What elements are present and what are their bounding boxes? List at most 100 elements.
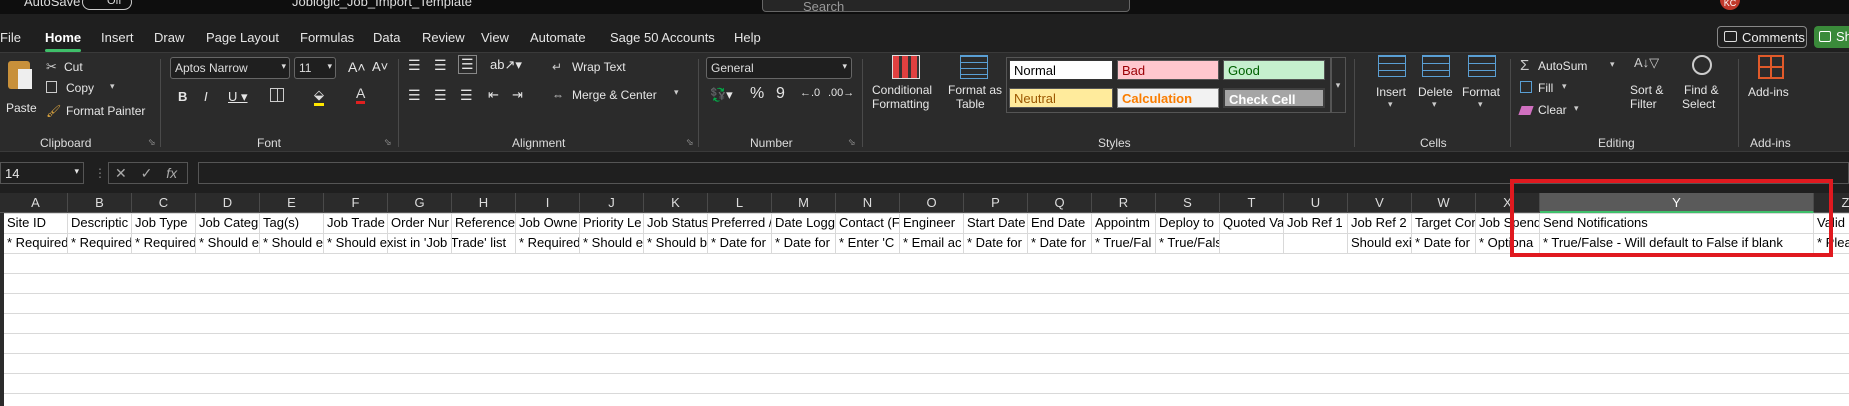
- cell-y2[interactable]: * True/False - Will default to False if …: [1540, 233, 1814, 253]
- cell-m2[interactable]: * Date for: [772, 233, 836, 253]
- tab-formulas[interactable]: Formulas: [300, 30, 354, 45]
- borders-icon[interactable]: [270, 88, 284, 102]
- cell-n1[interactable]: Contact (F: [836, 213, 900, 233]
- align-bottom-icon[interactable]: ☰: [458, 55, 477, 74]
- clear-button[interactable]: Clear ▾: [1518, 103, 1579, 118]
- align-right-icon[interactable]: ☰: [460, 87, 473, 104]
- style-good[interactable]: Good: [1223, 60, 1325, 80]
- cell-g1[interactable]: Order Nur: [388, 213, 452, 233]
- cell-s1[interactable]: Deploy to: [1156, 213, 1220, 233]
- tab-view[interactable]: View: [481, 30, 509, 45]
- number-format-dropdown[interactable]: General ▾: [706, 57, 852, 79]
- format-painter-button[interactable]: 🖌 Format Painter: [46, 103, 145, 118]
- percent-icon[interactable]: %: [750, 85, 764, 103]
- decrease-indent-icon[interactable]: ⇤: [488, 87, 499, 103]
- column-header-d[interactable]: D: [196, 193, 260, 213]
- column-header-e[interactable]: E: [260, 193, 324, 213]
- comma-style-icon[interactable]: 9: [776, 85, 785, 103]
- cell-r2[interactable]: * True/Fal: [1092, 233, 1156, 253]
- accounting-format-icon[interactable]: 💱▾: [710, 87, 733, 103]
- cell-c1[interactable]: Job Type: [132, 213, 196, 233]
- cell-u2[interactable]: [1284, 233, 1348, 253]
- column-header-i[interactable]: I: [516, 193, 580, 213]
- decrease-font-icon[interactable]: A˅: [372, 59, 388, 74]
- cell-u1[interactable]: Job Ref 1: [1284, 213, 1348, 233]
- style-neutral[interactable]: Neutral: [1009, 88, 1113, 108]
- column-header-f[interactable]: F: [324, 193, 388, 213]
- column-header-c[interactable]: C: [132, 193, 196, 213]
- cell-t1[interactable]: Quoted Va: [1220, 213, 1284, 233]
- column-header-x[interactable]: X: [1476, 193, 1540, 213]
- cell-k1[interactable]: Job Status: [644, 213, 708, 233]
- italic-icon[interactable]: I: [204, 89, 208, 104]
- merge-center-button[interactable]: ⇔ Merge & Center ▾: [552, 87, 679, 102]
- sort-filter-button[interactable]: A↓▽ Sort & Filter: [1626, 55, 1672, 115]
- column-header-t[interactable]: T: [1220, 193, 1284, 213]
- dialog-launcher-icon[interactable]: ⬂: [848, 137, 856, 148]
- styles-more-button[interactable]: ▾: [1330, 57, 1346, 113]
- cell-x2[interactable]: * Optiona: [1476, 233, 1540, 253]
- cell-p2[interactable]: * Date for: [964, 233, 1028, 253]
- cell-a1[interactable]: Site ID: [4, 213, 68, 233]
- format-as-table-button[interactable]: Format as Table: [946, 55, 1006, 111]
- delete-cells-button[interactable]: Delete ▾: [1416, 55, 1456, 115]
- cell-p1[interactable]: Start Date: [964, 213, 1028, 233]
- format-cells-button[interactable]: Format ▾: [1460, 55, 1504, 115]
- style-calculation[interactable]: Calculation: [1117, 88, 1219, 108]
- style-normal[interactable]: Normal: [1009, 60, 1113, 80]
- column-header-g[interactable]: G: [388, 193, 452, 213]
- cell-n2[interactable]: * Enter 'C: [836, 233, 900, 253]
- cell-c2[interactable]: * Required: [132, 233, 196, 253]
- cell-j2[interactable]: * Should e: [580, 233, 644, 253]
- cell-o1[interactable]: Engineer: [900, 213, 964, 233]
- cell-h2[interactable]: [452, 233, 516, 253]
- align-left-icon[interactable]: ☰: [408, 87, 421, 104]
- font-name-dropdown[interactable]: Aptos Narrow ▾: [170, 57, 290, 79]
- cell-q1[interactable]: End Date: [1028, 213, 1092, 233]
- column-header-k[interactable]: K: [644, 193, 708, 213]
- wrap-text-button[interactable]: ↵ Wrap Text: [552, 59, 626, 74]
- cell-j1[interactable]: Priority Le: [580, 213, 644, 233]
- share-button[interactable]: Sh: [1814, 26, 1849, 48]
- tab-sage-50[interactable]: Sage 50 Accounts: [610, 30, 715, 45]
- worksheet[interactable]: ABCDEFGHIJKLMNOPQRSTUVWXYZ Site ID Descri…: [0, 193, 1849, 406]
- autosave-toggle[interactable]: Off: [82, 0, 132, 10]
- cell-w1[interactable]: Target Cor: [1412, 213, 1476, 233]
- cell-d2[interactable]: * Should e: [196, 233, 260, 253]
- check-icon[interactable]: ✓: [141, 165, 153, 181]
- orientation-icon[interactable]: ab↗▾: [490, 57, 522, 73]
- avatar[interactable]: KC: [1720, 0, 1740, 10]
- dialog-launcher-icon[interactable]: ⬂: [148, 137, 156, 148]
- file-name[interactable]: Joblogic_Job_Import_Template: [292, 0, 472, 9]
- column-header-n[interactable]: N: [836, 193, 900, 213]
- tab-data[interactable]: Data: [373, 30, 400, 45]
- cell-r1[interactable]: Appointm: [1092, 213, 1156, 233]
- increase-font-icon[interactable]: A˄: [348, 59, 366, 75]
- column-header-a[interactable]: A: [4, 193, 68, 213]
- cell-v2[interactable]: Should exi: [1348, 233, 1412, 253]
- align-middle-icon[interactable]: ☰: [434, 57, 447, 74]
- cell-z1[interactable]: Valid: [1814, 213, 1849, 233]
- cell-x1[interactable]: Job Spend: [1476, 213, 1540, 233]
- name-box[interactable]: 14 ▾: [0, 162, 84, 184]
- style-check-cell[interactable]: Check Cell: [1223, 88, 1325, 108]
- tab-help[interactable]: Help: [734, 30, 761, 45]
- column-header-w[interactable]: W: [1412, 193, 1476, 213]
- column-header-j[interactable]: J: [580, 193, 644, 213]
- cell-l1[interactable]: Preferred /: [708, 213, 772, 233]
- column-header-z[interactable]: Z: [1814, 193, 1849, 213]
- column-header-v[interactable]: V: [1348, 193, 1412, 213]
- column-header-q[interactable]: Q: [1028, 193, 1092, 213]
- dialog-launcher-icon[interactable]: ⬂: [686, 137, 694, 148]
- insert-cells-button[interactable]: Insert ▾: [1372, 55, 1412, 115]
- align-top-icon[interactable]: ☰: [408, 57, 421, 74]
- cell-s2[interactable]: * True/False - Will default to Fa: [1156, 233, 1220, 253]
- formula-input[interactable]: [198, 162, 1849, 184]
- cell-h1[interactable]: Reference: [452, 213, 516, 233]
- increase-decimal-icon[interactable]: ←.0: [800, 87, 820, 99]
- column-header-u[interactable]: U: [1284, 193, 1348, 213]
- font-color-icon[interactable]: A: [356, 85, 366, 104]
- column-header-l[interactable]: L: [708, 193, 772, 213]
- tab-automate[interactable]: Automate: [530, 30, 586, 45]
- align-center-icon[interactable]: ☰: [434, 87, 447, 104]
